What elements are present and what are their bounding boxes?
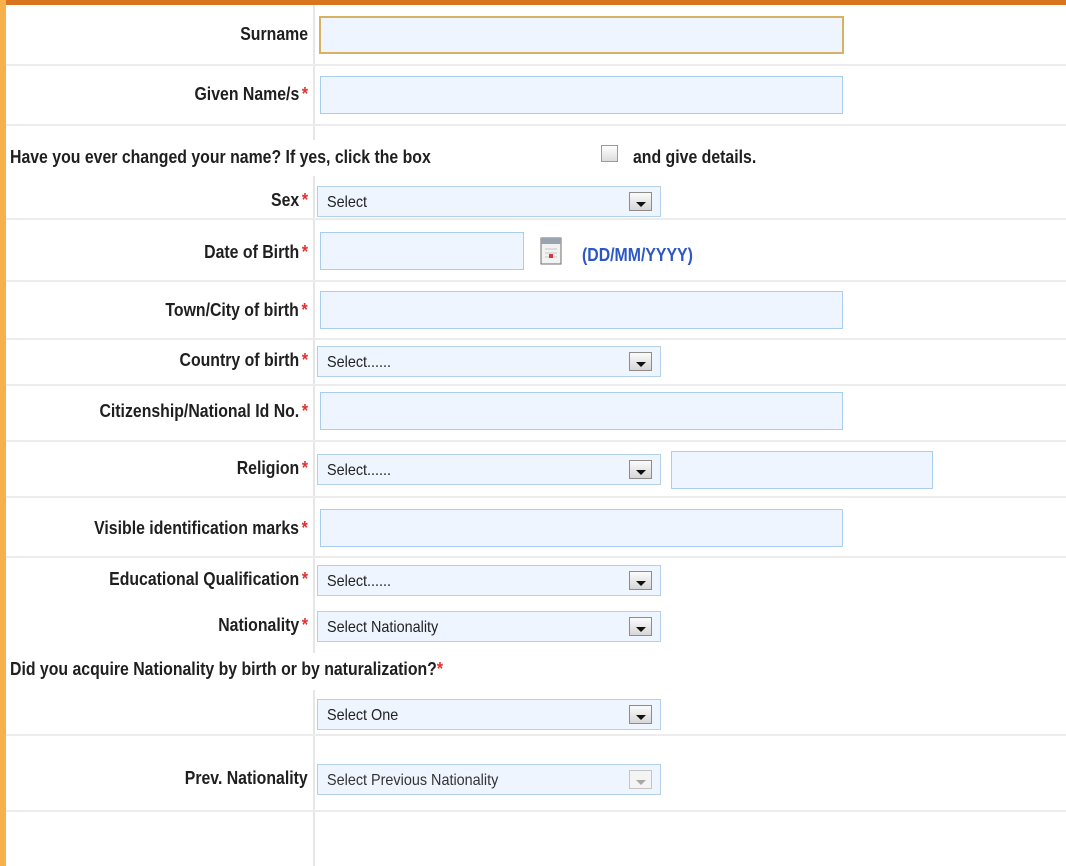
chevron-down-icon <box>629 770 652 789</box>
nationality-select[interactable]: Select Nationality <box>317 611 661 642</box>
column-divider <box>313 176 315 653</box>
chevron-down-icon[interactable] <box>629 352 652 371</box>
required-asterisk: * <box>436 659 444 679</box>
chevron-down-icon[interactable] <box>629 192 652 211</box>
date-format-hint: (DD/MM/YYYY) <box>582 245 693 265</box>
identification-marks-label: Visible identification marks * <box>94 518 308 538</box>
nationality-label: Nationality * <box>218 615 308 635</box>
row-separator <box>6 556 1066 558</box>
required-asterisk: * <box>301 615 308 635</box>
required-asterisk: * <box>301 300 308 320</box>
row-separator <box>6 280 1066 282</box>
required-asterisk: * <box>301 190 308 210</box>
row-separator <box>6 810 1066 812</box>
required-asterisk: * <box>301 401 308 421</box>
row-separator <box>6 496 1066 498</box>
chevron-down-icon[interactable] <box>629 617 652 636</box>
education-label: Educational Qualification * <box>109 569 308 589</box>
chevron-down-icon[interactable] <box>629 571 652 590</box>
prev-nationality-select[interactable]: Select Previous Nationality <box>317 764 661 795</box>
row-separator <box>6 440 1066 442</box>
dob-input[interactable] <box>320 232 524 270</box>
column-divider <box>313 690 315 866</box>
citizenship-id-input[interactable] <box>320 392 843 430</box>
name-change-checkbox[interactable] <box>601 145 618 162</box>
given-names-input[interactable] <box>320 76 843 114</box>
calendar-icon[interactable] <box>540 236 562 266</box>
row-separator <box>6 734 1066 736</box>
given-names-label: Given Name/s * <box>194 84 308 104</box>
prev-nationality-label: Prev. Nationality <box>185 768 308 788</box>
required-asterisk: * <box>301 569 308 589</box>
country-of-birth-label: Country of birth * <box>179 350 308 370</box>
row-separator <box>6 384 1066 386</box>
nationality-acquisition-select[interactable]: Select One <box>317 699 661 730</box>
dob-label: Date of Birth * <box>204 242 308 262</box>
left-accent-stripe <box>0 0 6 866</box>
row-separator <box>6 338 1066 340</box>
required-asterisk: * <box>301 518 308 538</box>
required-asterisk: * <box>301 84 308 104</box>
surname-label: Surname <box>240 24 308 44</box>
sex-select[interactable]: Select <box>317 186 661 217</box>
town-city-input[interactable] <box>320 291 843 329</box>
sex-label: Sex * <box>270 190 308 210</box>
required-asterisk: * <box>301 242 308 262</box>
education-select[interactable]: Select...... <box>317 565 661 596</box>
row-separator <box>6 124 1066 126</box>
religion-other-input[interactable] <box>671 451 933 489</box>
chevron-down-icon[interactable] <box>629 705 652 724</box>
nationality-acquisition-question: Did you acquire Nationality by birth or … <box>10 659 444 679</box>
required-asterisk: * <box>301 458 308 478</box>
row-separator <box>6 218 1066 220</box>
town-city-label: Town/City of birth * <box>165 300 308 320</box>
chevron-down-icon[interactable] <box>629 460 652 479</box>
citizenship-id-label: Citizenship/National Id No. * <box>99 401 308 421</box>
religion-label: Religion * <box>236 458 308 478</box>
row-separator <box>6 64 1066 66</box>
column-divider <box>313 5 315 140</box>
surname-input[interactable] <box>319 16 844 54</box>
identification-marks-input[interactable] <box>320 509 843 547</box>
country-of-birth-select[interactable]: Select...... <box>317 346 661 377</box>
name-change-question: Have you ever changed your name? If yes,… <box>10 147 431 167</box>
required-asterisk: * <box>301 350 308 370</box>
name-change-suffix: and give details. <box>633 147 757 167</box>
religion-select[interactable]: Select...... <box>317 454 661 485</box>
top-accent-bar <box>0 0 1066 5</box>
